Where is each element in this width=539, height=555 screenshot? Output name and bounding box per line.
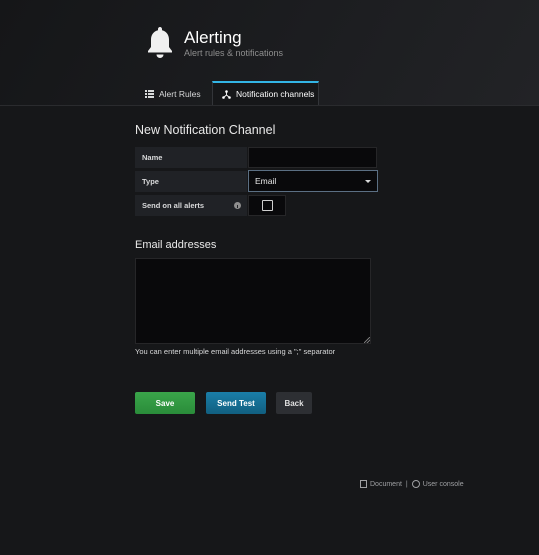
form-title: New Notification Channel [135, 123, 276, 137]
info-icon[interactable] [234, 202, 241, 209]
send-all-checkbox-cell [248, 195, 286, 216]
name-input[interactable] [248, 147, 377, 168]
name-label: Name [135, 147, 247, 168]
save-button[interactable]: Save [135, 392, 195, 414]
send-all-checkbox[interactable] [262, 200, 273, 211]
email-help-text: You can enter multiple email addresses u… [135, 347, 336, 356]
cog-icon [411, 480, 420, 488]
footer: Document | User console [360, 480, 464, 488]
document-icon [360, 480, 367, 488]
send-test-button[interactable]: Send Test [206, 392, 266, 414]
email-addresses-title: Email addresses [135, 239, 217, 251]
type-label: Type [135, 171, 247, 192]
back-button[interactable]: Back [276, 392, 312, 414]
tab-label: Notification channels [236, 89, 315, 99]
bell-icon [148, 27, 172, 58]
tab-alert-rules[interactable]: Alert Rules [136, 82, 210, 105]
share-icon [222, 89, 231, 99]
resize-grip-icon[interactable] [364, 337, 370, 343]
list-icon [145, 89, 154, 98]
type-select[interactable]: Email [248, 170, 378, 192]
send-all-label: Send on all alerts [135, 195, 247, 216]
type-select-value: Email [255, 176, 277, 186]
tab-label: Alert Rules [159, 88, 201, 99]
page-header: Alerting Alert rules & notifications Ale… [0, 0, 539, 106]
tab-notification-channels[interactable]: Notification channels [212, 81, 319, 105]
user-console-link[interactable]: User console [423, 481, 464, 488]
caret-down-icon [365, 180, 371, 183]
email-addresses-textarea[interactable] [135, 258, 371, 344]
footer-separator: | [405, 480, 408, 488]
document-link[interactable]: Document [370, 481, 402, 488]
page-subtitle: Alert rules & notifications [184, 48, 284, 58]
page-title: Alerting [184, 28, 242, 47]
